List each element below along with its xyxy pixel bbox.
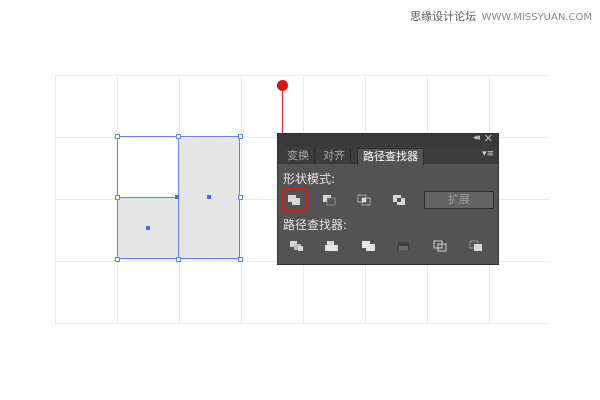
watermark-text: 思缘设计论坛 xyxy=(410,10,477,23)
shape-modes-label: 形状模式: xyxy=(283,172,336,186)
resize-handle-bottom-middle[interactable] xyxy=(176,257,181,262)
expand-button[interactable]: 扩展 xyxy=(424,191,494,209)
exclude-button[interactable] xyxy=(388,190,410,210)
tab-pathfinder[interactable]: 路径查找器 xyxy=(357,148,424,165)
outline-icon xyxy=(433,240,447,252)
pathfinder-panel: ◂◂ ✕ 变换 对齐 路径查找器 ▾≡ 形状模式: 扩展 路径查找器: xyxy=(277,132,499,265)
resize-handle-middle-left[interactable] xyxy=(115,195,120,200)
minus-front-icon xyxy=(323,195,336,206)
collapse-icon[interactable]: ◂◂ xyxy=(473,133,480,143)
shape-center-point-right xyxy=(207,195,211,199)
minus-front-button[interactable] xyxy=(318,190,340,210)
panel-menu-icon[interactable]: ▾≡ xyxy=(482,149,494,159)
panel-titlebar[interactable]: ◂◂ ✕ xyxy=(278,132,498,146)
shape-center-point-left xyxy=(146,226,150,230)
resize-handle-bottom-left[interactable] xyxy=(115,257,120,262)
pathfinders-label: 路径查找器: xyxy=(283,218,348,232)
trim-icon xyxy=(325,241,338,251)
watermark-site: WWW.MISSYUAN.COM xyxy=(481,12,592,23)
tab-transform[interactable]: 变换 xyxy=(282,148,315,164)
outline-button[interactable] xyxy=(430,236,452,256)
watermark: 思缘设计论坛 WWW.MISSYUAN.COM xyxy=(410,8,592,24)
resize-handle-middle-right[interactable] xyxy=(238,195,243,200)
unite-button[interactable] xyxy=(281,188,307,212)
pointer-dot xyxy=(277,80,288,91)
divide-button[interactable] xyxy=(286,236,308,256)
minus-back-button[interactable] xyxy=(466,236,488,256)
resize-handle-bottom-right[interactable] xyxy=(238,257,243,262)
anchor-point[interactable] xyxy=(175,195,179,199)
close-icon[interactable]: ✕ xyxy=(484,132,493,145)
trim-button[interactable] xyxy=(321,236,343,256)
merge-icon xyxy=(362,241,375,251)
unite-icon xyxy=(288,195,300,205)
resize-handle-top-left[interactable] xyxy=(115,134,120,139)
merge-button[interactable] xyxy=(358,236,380,256)
intersect-button[interactable] xyxy=(353,190,375,210)
crop-button[interactable] xyxy=(393,236,415,256)
crop-icon xyxy=(398,242,409,250)
exclude-icon xyxy=(393,195,405,205)
shape-edge-horizontal xyxy=(117,197,179,198)
intersect-icon xyxy=(357,194,371,206)
minus-back-icon xyxy=(469,240,482,251)
resize-handle-top-right[interactable] xyxy=(238,134,243,139)
resize-handle-top-middle[interactable] xyxy=(176,134,181,139)
tab-align[interactable]: 对齐 xyxy=(318,148,351,164)
panel-tabs: 变换 对齐 路径查找器 ▾≡ xyxy=(278,146,498,165)
divide-icon xyxy=(290,241,303,251)
